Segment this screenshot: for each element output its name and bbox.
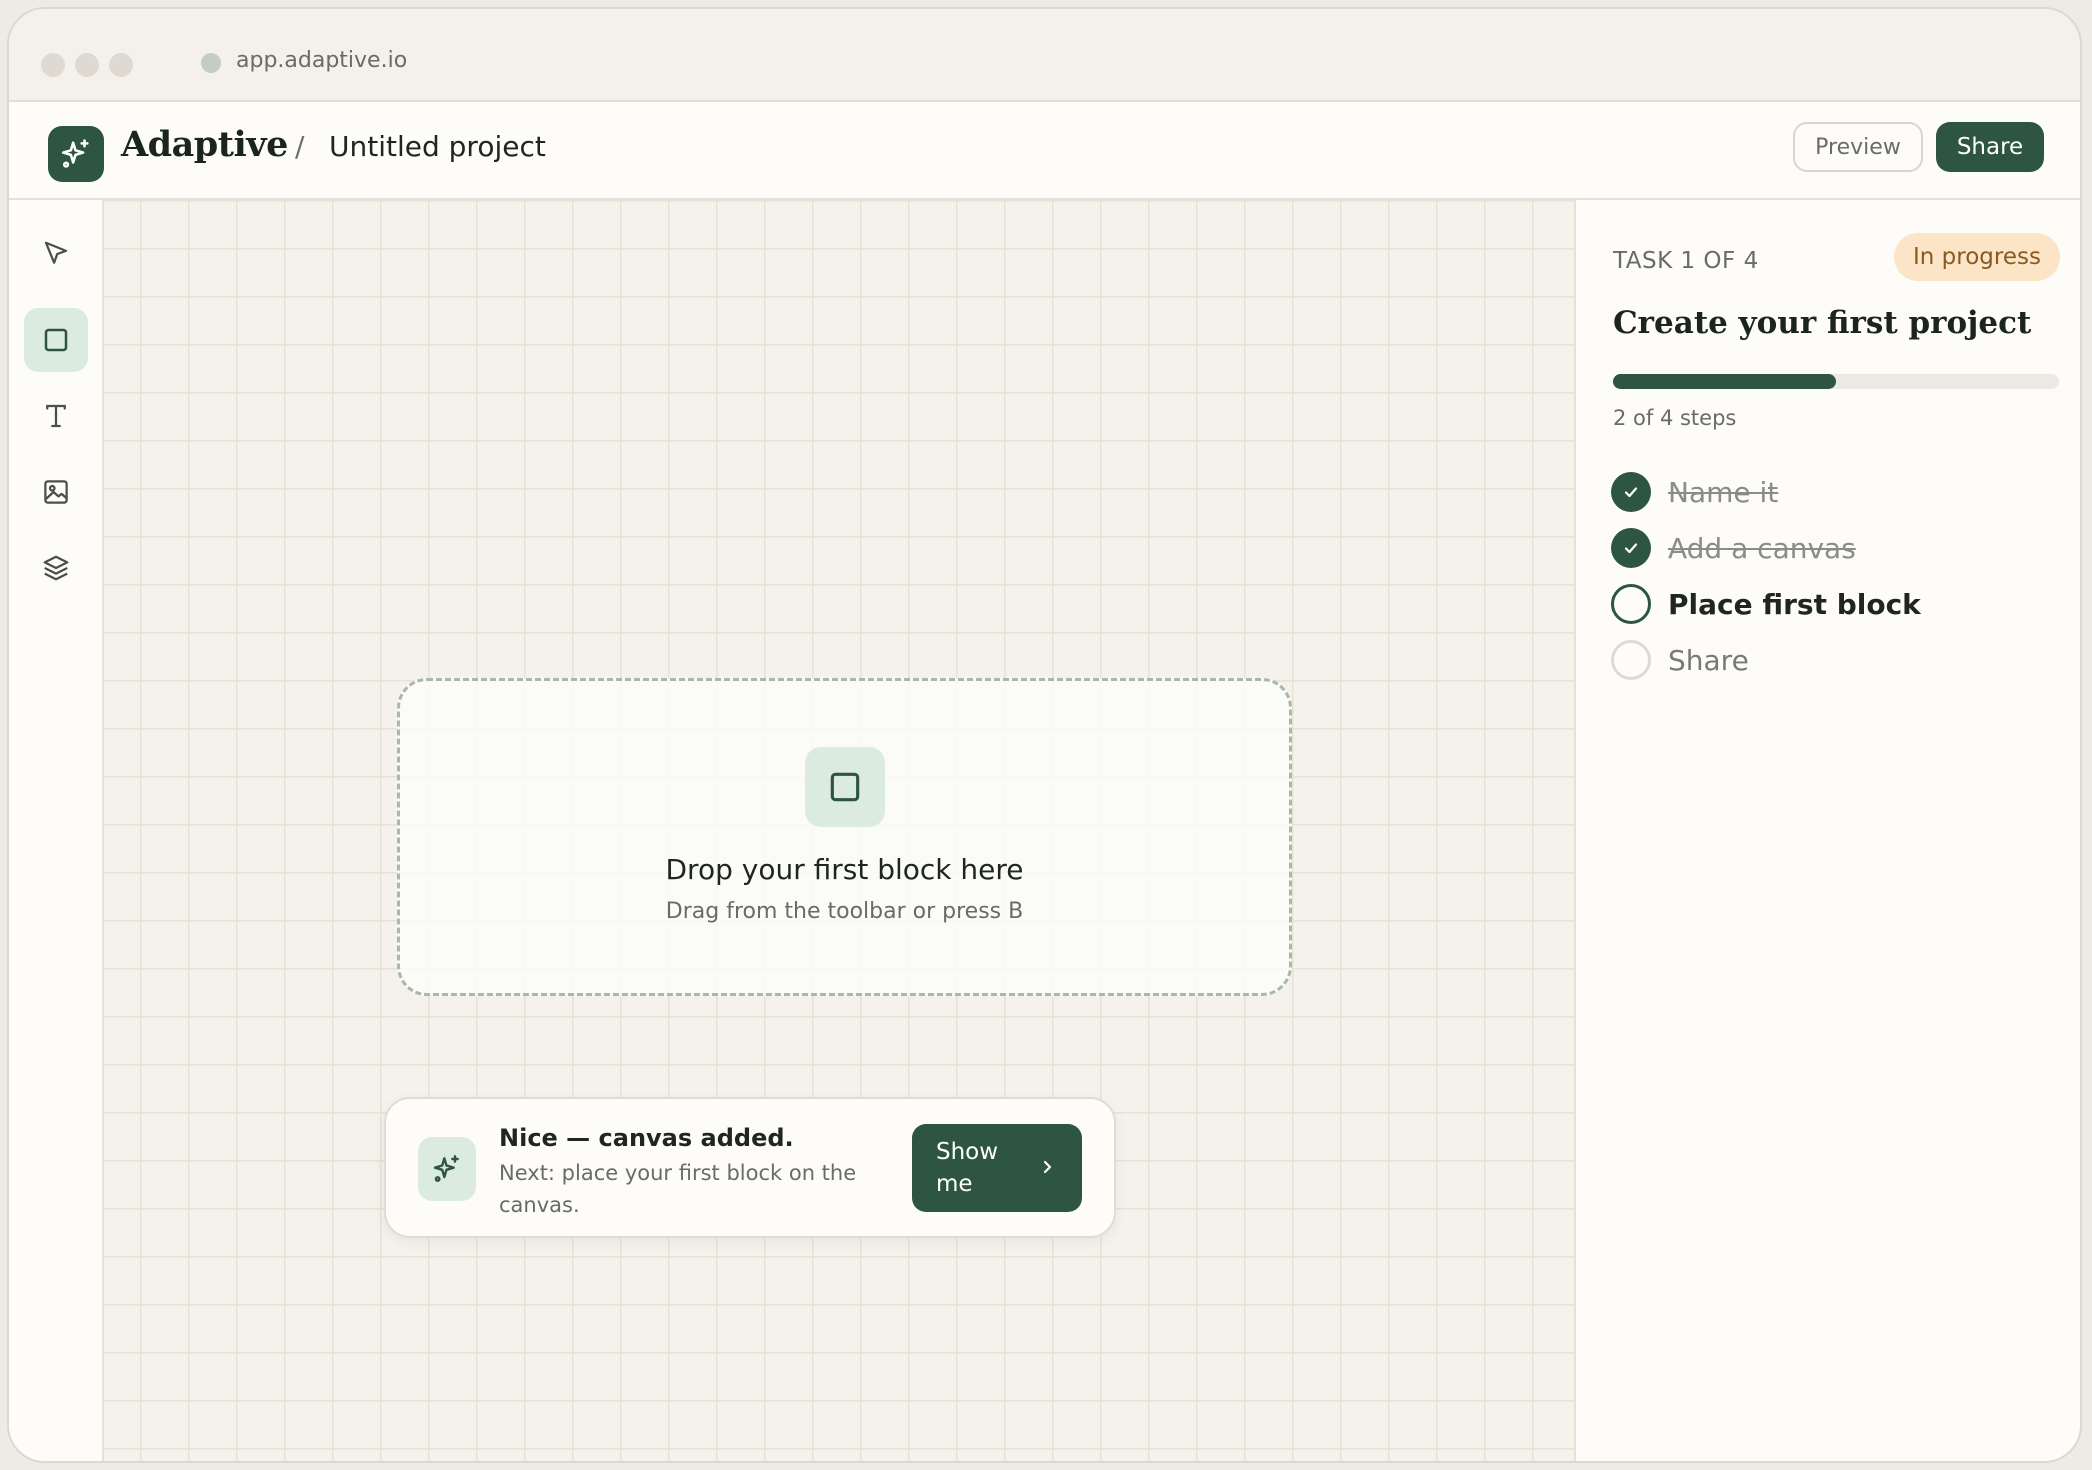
progress-text: 2 of 4 steps (1613, 406, 1737, 430)
task-counter: TASK 1 OF 4 (1613, 248, 1759, 274)
sparkle-logo-icon[interactable] (48, 126, 104, 182)
share-button[interactable]: Share (1936, 122, 2044, 172)
step-item-name-it[interactable]: Name it (1611, 466, 2071, 522)
step-label: Add a canvas (1668, 532, 1856, 565)
status-badge: In progress (1894, 233, 2060, 281)
block-square-icon (805, 747, 885, 827)
task-title: Create your first project (1613, 305, 2032, 341)
canvas[interactable]: Drop your first block here Drag from the… (104, 200, 1574, 1461)
tool-layers[interactable] (24, 536, 88, 600)
task-progress-bar (1613, 374, 2059, 389)
brand-name: Adaptive (121, 124, 288, 165)
check-icon (1611, 472, 1651, 512)
tool-rail (9, 200, 104, 1461)
image-icon (44, 480, 68, 504)
breadcrumb-separator: / (295, 130, 305, 163)
project-title[interactable]: Untitled project (329, 130, 546, 163)
toast-title: Nice — canvas added. (499, 1124, 794, 1152)
step-label: Place first block (1668, 588, 1921, 621)
current-step-circle-icon (1611, 584, 1651, 624)
check-icon (1611, 528, 1651, 568)
block-dropzone[interactable]: Drop your first block here Drag from the… (397, 678, 1292, 996)
text-icon (46, 404, 66, 428)
square-icon (44, 328, 68, 352)
cursor-icon (44, 241, 68, 264)
app-header: Adaptive / Untitled project Preview Shar… (9, 102, 2080, 200)
tool-block[interactable] (24, 308, 88, 372)
step-item-share[interactable]: Share (1611, 634, 2071, 690)
step-item-place-first-block[interactable]: Place first block (1611, 578, 2071, 634)
window-maximize-control[interactable] (109, 53, 133, 77)
dropzone-subtitle: Drag from the toolbar or press B (665, 899, 1024, 924)
tool-image[interactable] (24, 460, 88, 524)
show-me-label: Show me (936, 1139, 999, 1197)
step-label: Name it (1668, 476, 1779, 509)
pending-step-circle-icon (1611, 640, 1651, 680)
sparkle-icon (418, 1137, 476, 1201)
onboarding-toast: Nice — canvas added. Next: place your fi… (384, 1097, 1116, 1238)
toast-message: Next: place your first block on the canv… (499, 1161, 857, 1217)
task-panel: TASK 1 OF 4 In progress Create your firs… (1574, 200, 2080, 1461)
tool-select[interactable] (24, 222, 88, 286)
show-me-button[interactable]: Show me (912, 1124, 1082, 1212)
chevron-right-icon (1043, 1160, 1052, 1174)
tool-text[interactable] (24, 384, 88, 448)
layers-icon (43, 555, 69, 581)
window-close-control[interactable] (41, 53, 65, 77)
address-bar-url[interactable]: app.adaptive.io (236, 48, 407, 73)
site-status-icon (201, 53, 221, 73)
browser-chrome: app.adaptive.io (9, 9, 2080, 102)
step-list: Name it Add a canvas Place first block S… (1611, 466, 2071, 690)
window-minimize-control[interactable] (75, 53, 99, 77)
browser-window: app.adaptive.io Adaptive / Untitled proj… (7, 7, 2082, 1463)
preview-button[interactable]: Preview (1793, 122, 1923, 172)
step-item-add-canvas[interactable]: Add a canvas (1611, 522, 2071, 578)
step-label: Share (1668, 644, 1749, 677)
task-progress-fill (1613, 374, 1836, 389)
dropzone-title: Drop your first block here (665, 853, 1024, 886)
